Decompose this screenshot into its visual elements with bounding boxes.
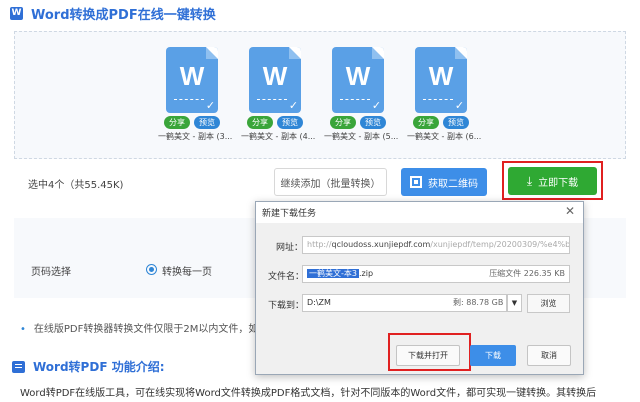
feature-intro-text: Word转PDF在线版工具，可在线实现将Word文件转换成PDF格式文档，针对不… [20,388,597,399]
download-icon: ⤓ [526,174,533,188]
page-header: W Word转换成PDF在线一键转换 [10,3,216,23]
close-icon[interactable]: ✕ [565,204,575,218]
url-prefix: http:// [307,240,332,249]
preview-button[interactable]: 预览 [194,116,220,129]
feature-intro-title: Word转PDF 功能介绍: [33,360,165,374]
free-space: 剩: 88.78 GB [453,298,504,307]
dialog-title: 新建下载任务 [262,209,317,219]
file-glyph: W [428,61,454,91]
share-button[interactable]: 分享 [330,116,356,129]
page-select-label: 页码选择 [31,267,71,278]
preview-button[interactable]: 预览 [360,116,386,129]
file-name: 一鹤美文 - 副本 (4... [241,132,316,141]
convert-every-page-label[interactable]: 转换每一页 [162,263,212,278]
file-card[interactable]: W ✓ 分享 预览 一鹤美文 - 副本 (3... [158,47,233,142]
url-path: /xunjiepdf/temp/20200309/%e4%b8%8 [430,240,570,249]
file-glyph: W [345,61,371,91]
preview-button[interactable]: 预览 [277,116,303,129]
checkmark-icon: ✓ [454,99,465,112]
file-name: 一鹤美文 - 副本 (3... [158,132,233,141]
share-button[interactable]: 分享 [164,116,190,129]
url-label: 网址： [276,243,304,253]
cancel-button[interactable]: 取消 [527,345,571,366]
page-title: Word转换成PDF在线一键转换 [31,7,216,23]
get-qr-button[interactable]: 获取二维码 [401,168,487,196]
word-file-icon: W ✓ [166,47,218,113]
download-now-button[interactable]: ⤓ 立即下载 [508,167,597,195]
preview-button[interactable]: 预览 [443,116,469,129]
list-icon [12,360,25,373]
feature-intro-header: Word转PDF 功能介绍: [12,358,165,375]
url-host: qcloudoss.xunjiepdf.com [331,240,431,249]
checkmark-icon: ✓ [371,99,382,112]
word-file-icon: W ✓ [332,47,384,113]
file-card[interactable]: W ✓ 分享 预览 一鹤美文 - 副本 (4... [241,47,316,142]
filename-field[interactable]: 一鹤美文-本3 .zip 压缩文件 226.35 KB [302,265,570,283]
compressed-size: 压缩文件 226.35 KB [489,269,565,278]
checkmark-icon: ✓ [205,99,216,112]
convert-every-page-radio[interactable] [146,264,157,275]
path-dropdown-button[interactable]: ▼ [507,294,522,312]
word-doc-icon: W [10,6,23,20]
word-file-icon: W ✓ [249,47,301,113]
filename-label: 文件名： [268,272,305,282]
size-limit-notice: • 在线版PDF转换器转换文件仅限于2M以内文件，如 [20,320,258,335]
file-glyph: W [262,61,288,91]
get-qr-label: 获取二维码 [428,178,478,190]
checkmark-icon: ✓ [288,99,299,112]
qr-code-icon [410,176,422,188]
download-to-label: 下载到： [268,301,305,311]
file-name: 一鹤美文 - 副本 (6... [407,132,482,141]
download-button[interactable]: 下载 [470,345,516,366]
share-button[interactable]: 分享 [247,116,273,129]
download-and-open-button[interactable]: 下载并打开 [396,345,460,366]
selected-count: 选中4个（共55.45K) [28,180,124,191]
download-path-field[interactable]: D:\ZM 剩: 88.78 GB [302,294,507,312]
continue-add-button[interactable]: 继续添加（批量转换） [274,168,387,196]
browse-button[interactable]: 浏览 [527,294,570,313]
file-drop-zone[interactable] [14,31,626,159]
share-button[interactable]: 分享 [413,116,439,129]
download-now-label: 立即下载 [538,177,579,189]
file-card[interactable]: W ✓ 分享 预览 一鹤美文 - 副本 (6... [407,47,482,142]
file-glyph: W [179,61,205,91]
file-card[interactable]: W ✓ 分享 预览 一鹤美文 - 副本 (5... [324,47,399,142]
bullet-icon: • [20,324,26,335]
filename-extension: .zip [358,269,374,278]
filename-selection: 一鹤美文-本3 [307,269,359,278]
download-path: D:\ZM [307,298,331,307]
word-file-icon: W ✓ [415,47,467,113]
notice-text: 在线版PDF转换器转换文件仅限于2M以内文件，如 [33,324,259,335]
file-name: 一鹤美文 - 副本 (5... [324,132,399,141]
url-field[interactable]: http://qcloudoss.xunjiepdf.com/xunjiepdf… [302,236,570,254]
